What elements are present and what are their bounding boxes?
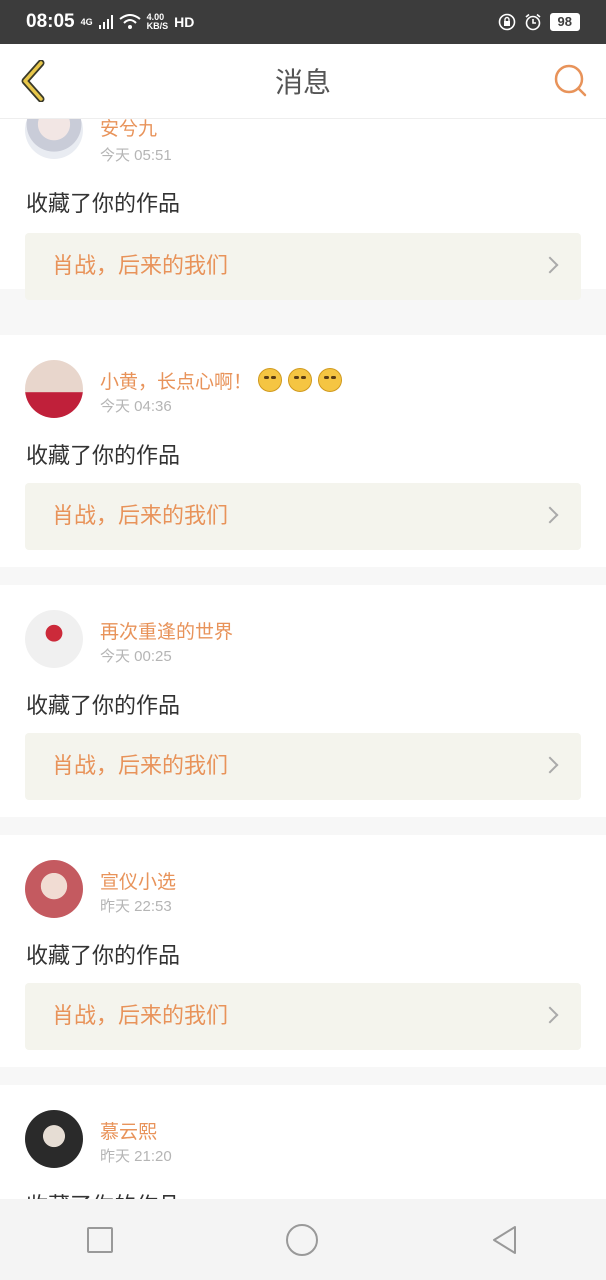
battery-level: 98: [549, 13, 580, 31]
search-icon[interactable]: [552, 62, 590, 100]
avatar[interactable]: [25, 360, 83, 418]
work-link[interactable]: 肖战，后来的我们: [25, 733, 581, 800]
avatar[interactable]: [25, 610, 83, 668]
work-link[interactable]: 肖战，后来的我们: [25, 483, 581, 550]
eye-roll-emoji-icon: [318, 368, 343, 392]
action-text: 收藏了你的作品: [26, 192, 181, 217]
list-item: 再次重逢的世界 今天 00:25 收藏了你的作品 肖战，后来的我们: [0, 585, 606, 817]
signal-icon: [98, 15, 113, 29]
user-name[interactable]: 慕云熙: [100, 1117, 157, 1144]
network-speed: 4.00 KB/S: [147, 13, 169, 31]
message-time: 今天 04:36: [100, 398, 172, 415]
chevron-right-icon: [541, 506, 559, 524]
chevron-right-icon: [541, 256, 559, 274]
action-text: 收藏了你的作品: [26, 1188, 180, 1199]
work-link[interactable]: 肖战，后来的我们: [25, 983, 581, 1050]
chevron-left-icon: [21, 60, 45, 102]
alarm-icon: [525, 13, 541, 31]
status-bar: 08:05 4G 4.00 KB/S HD 98: [0, 0, 606, 44]
hd-badge: HD: [174, 14, 195, 30]
status-time: 08:05: [26, 11, 75, 32]
user-name[interactable]: 再次重逢的世界: [100, 617, 233, 644]
work-title: 肖战，后来的我们: [52, 504, 229, 529]
rotation-lock-icon: [498, 13, 515, 31]
triangle-back-icon[interactable]: [491, 1225, 519, 1255]
user-name[interactable]: 小黄，长点心啊！: [100, 367, 343, 394]
chevron-right-icon: [541, 756, 559, 774]
work-title: 肖战，后来的我们: [52, 754, 229, 779]
avatar[interactable]: [25, 119, 83, 159]
message-time: 今天 00:25: [100, 648, 172, 665]
action-text: 收藏了你的作品: [26, 444, 181, 469]
message-time: 今天 05:51: [100, 147, 172, 164]
avatar[interactable]: [25, 860, 83, 918]
user-name[interactable]: 安兮九: [100, 119, 157, 141]
app-header: 消息: [0, 44, 606, 119]
speed-unit: KB/S: [146, 21, 169, 31]
circle-icon[interactable]: [285, 1223, 318, 1256]
unamused-emoji-icon: [258, 368, 283, 392]
list-item: 宣仪小选 昨天 22:53 收藏了你的作品 肖战，后来的我们: [0, 835, 606, 1067]
list-item: 安兮九 今天 05:51 收藏了你的作品 肖战，后来的我们: [0, 119, 606, 300]
system-nav-bar: [0, 1199, 606, 1280]
avatar[interactable]: [25, 1110, 83, 1168]
list-item: 小黄，长点心啊！ 今天 04:36 收藏了你的作品 肖战，后来的我们: [0, 335, 606, 567]
action-text: 收藏了你的作品: [26, 944, 181, 969]
user-name-text: 小黄，长点心啊！: [100, 371, 253, 393]
square-icon[interactable]: [86, 1226, 113, 1253]
back-button[interactable]: [14, 58, 54, 104]
eye-roll-emoji-icon: [288, 368, 313, 392]
work-title: 肖战，后来的我们: [52, 1004, 229, 1029]
page-title: 消息: [274, 66, 331, 99]
network-type: 4G: [80, 16, 93, 27]
work-title: 肖战，后来的我们: [52, 254, 229, 279]
action-text: 收藏了你的作品: [26, 694, 181, 719]
message-time: 昨天 21:20: [100, 1148, 172, 1165]
wifi-icon: [119, 14, 141, 29]
chevron-right-icon: [541, 1006, 559, 1024]
work-link[interactable]: 肖战，后来的我们: [25, 233, 581, 300]
user-name[interactable]: 宣仪小选: [100, 867, 176, 894]
message-list[interactable]: 安兮九 今天 05:51 收藏了你的作品 肖战，后来的我们 小黄，长点心啊！ 今…: [0, 119, 606, 1199]
list-item: 慕云熙 昨天 21:20 收藏了你的作品: [0, 1085, 606, 1199]
message-time: 昨天 22:53: [100, 898, 172, 915]
